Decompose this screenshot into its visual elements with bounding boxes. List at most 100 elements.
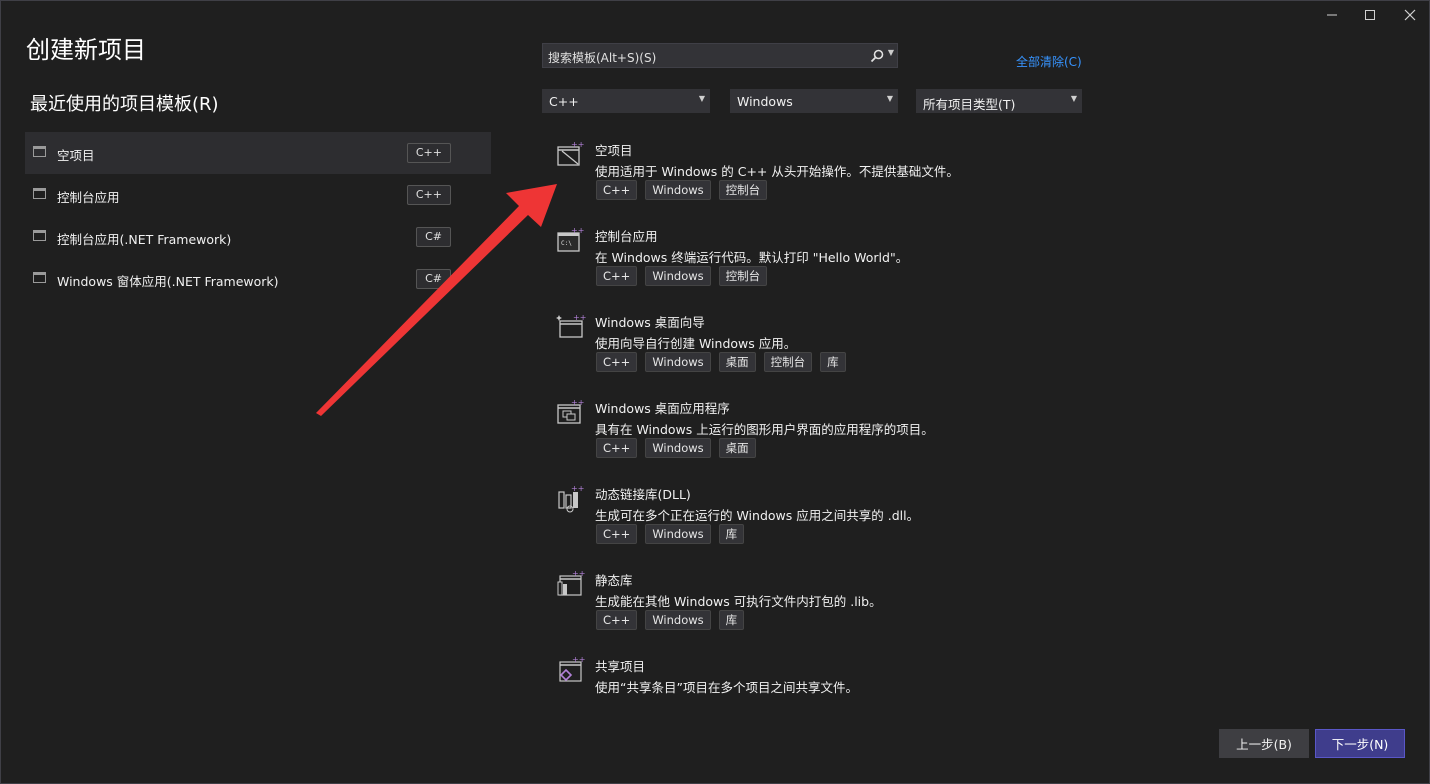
- template-name: 静态库: [595, 573, 633, 588]
- svg-text:++: ++: [572, 570, 585, 578]
- console-app-icon: C:\ ++: [557, 226, 584, 252]
- template-name: Windows 桌面向导: [595, 315, 705, 330]
- next-button[interactable]: 下一步(N): [1315, 729, 1405, 758]
- template-desktop-wizard[interactable]: ++ Windows 桌面向导 使用向导自行创建 Windows 应用。 C++…: [552, 312, 1092, 392]
- template-tags: C++ Windows 控制台: [596, 180, 768, 200]
- template-name: 控制台应用: [595, 229, 658, 244]
- tag: 库: [820, 352, 846, 372]
- template-description: 具有在 Windows 上运行的图形用户界面的应用程序的项目。: [595, 422, 934, 437]
- dll-icon: ++: [558, 484, 584, 513]
- recent-item-winforms-netfx[interactable]: Windows 窗体应用(.NET Framework) C#: [25, 258, 491, 300]
- chevron-down-icon[interactable]: ▼: [888, 48, 894, 57]
- language-badge: C++: [406, 143, 451, 163]
- minimize-icon: [1327, 14, 1337, 16]
- recent-item-empty-project[interactable]: 空项目 C++: [25, 132, 491, 174]
- maximize-button[interactable]: [1352, 4, 1388, 26]
- shared-project-icon: ++: [559, 656, 585, 682]
- recent-templates-title: 最近使用的项目模板(R): [30, 94, 219, 115]
- tag: C++: [596, 438, 638, 458]
- search-templates-input[interactable]: 搜索模板(Alt+S)(S) ▼: [542, 43, 898, 68]
- tag: 库: [718, 610, 745, 630]
- empty-project-icon: ++: [557, 140, 584, 166]
- tag: C++: [596, 352, 638, 372]
- template-description: 使用适用于 Windows 的 C++ 从头开始操作。不提供基础文件。: [595, 164, 959, 179]
- svg-text:++: ++: [571, 226, 584, 235]
- clear-all-link[interactable]: 全部清除(C): [1016, 53, 1082, 70]
- tag: 控制台: [718, 180, 768, 200]
- recent-item-console-app[interactable]: 控制台应用 C++: [25, 174, 491, 216]
- project-type-filter-value: 所有项目类型(T): [923, 97, 1016, 112]
- tag: Windows: [645, 180, 711, 200]
- template-description: 生成能在其他 Windows 可执行文件内打包的 .lib。: [595, 594, 882, 609]
- tag: Windows: [645, 266, 711, 286]
- tag: 控制台: [718, 266, 768, 286]
- tag: C++: [596, 180, 638, 200]
- svg-text:C:\: C:\: [561, 240, 572, 247]
- tag: 控制台: [763, 352, 813, 372]
- recent-item-label: 控制台应用(.NET Framework): [57, 232, 232, 247]
- back-button[interactable]: 上一步(B): [1219, 729, 1309, 758]
- minimize-button[interactable]: [1314, 4, 1350, 26]
- search-icon[interactable]: [869, 48, 885, 64]
- desktop-wizard-icon: ++: [556, 313, 586, 338]
- template-empty-project[interactable]: ++ 空项目 使用适用于 Windows 的 C++ 从头开始操作。不提供基础文…: [552, 140, 1092, 220]
- recent-item-label: Windows 窗体应用(.NET Framework): [57, 274, 279, 289]
- platform-filter-value: Windows: [737, 94, 793, 109]
- template-desktop-app[interactable]: ++ Windows 桌面应用程序 具有在 Windows 上运行的图形用户界面…: [552, 398, 1092, 478]
- language-badge: C++: [406, 185, 451, 205]
- recent-item-label: 空项目: [57, 148, 95, 163]
- window-app-icon: [33, 272, 46, 283]
- template-tags: C++ Windows 库: [596, 524, 745, 544]
- language-filter[interactable]: C++ ▼: [542, 89, 710, 113]
- template-name: 空项目: [595, 143, 633, 158]
- template-name: 共享项目: [595, 659, 646, 674]
- template-static-lib[interactable]: ++ 静态库 生成能在其他 Windows 可执行文件内打包的 .lib。 C+…: [552, 570, 1092, 650]
- template-tags: C++ Windows 控制台: [596, 266, 768, 286]
- template-description: 使用“共享条目”项目在多个项目之间共享文件。: [595, 680, 858, 695]
- svg-text:++: ++: [571, 140, 584, 149]
- tag: Windows: [645, 610, 711, 630]
- empty-project-icon: [33, 146, 46, 157]
- tag: C++: [596, 266, 638, 286]
- console-app-icon: [33, 188, 46, 199]
- chevron-down-icon: ▼: [698, 94, 705, 103]
- template-tags: C++ Windows 库: [596, 610, 745, 630]
- console-app-icon: [33, 230, 46, 241]
- tag: Windows: [645, 352, 711, 372]
- platform-filter[interactable]: Windows ▼: [730, 89, 898, 113]
- tag: 库: [718, 524, 745, 544]
- language-filter-value: C++: [549, 94, 579, 109]
- template-tags: C++ Windows 桌面: [596, 438, 756, 458]
- project-type-filter[interactable]: 所有项目类型(T) ▼: [916, 89, 1082, 113]
- tag: Windows: [645, 438, 711, 458]
- chevron-down-icon: ▼: [1070, 94, 1077, 103]
- recent-item-console-app-netfx[interactable]: 控制台应用(.NET Framework) C#: [25, 216, 491, 258]
- template-tags: C++ Windows 桌面 控制台 库: [596, 352, 846, 372]
- close-button[interactable]: [1392, 4, 1428, 26]
- tag: 桌面: [718, 438, 756, 458]
- maximize-icon: [1365, 10, 1375, 20]
- close-icon: [1404, 9, 1416, 21]
- tag: C++: [596, 610, 638, 630]
- template-shared-project[interactable]: ++ 共享项目 使用“共享条目”项目在多个项目之间共享文件。: [552, 656, 1092, 700]
- template-dll[interactable]: ++ 动态链接库(DLL) 生成可在多个正在运行的 Windows 应用之间共享…: [552, 484, 1092, 564]
- static-lib-icon: ++: [557, 570, 585, 596]
- recent-templates-list: 空项目 C++ 控制台应用 C++ 控制台应用(.NET Framework) …: [25, 132, 491, 300]
- recent-item-label: 控制台应用: [57, 190, 120, 205]
- template-name: 动态链接库(DLL): [595, 487, 691, 502]
- page-title: 创建新项目: [26, 36, 146, 64]
- language-badge: C#: [416, 269, 451, 289]
- svg-text:++: ++: [572, 656, 585, 664]
- tag: C++: [596, 524, 638, 544]
- desktop-app-icon: ++: [557, 398, 584, 424]
- tag: Windows: [645, 524, 711, 544]
- svg-text:++: ++: [573, 313, 586, 322]
- language-badge: C#: [416, 227, 451, 247]
- template-description: 使用向导自行创建 Windows 应用。: [595, 336, 797, 351]
- search-placeholder: 搜索模板(Alt+S)(S): [548, 51, 657, 65]
- tag: 桌面: [718, 352, 756, 372]
- template-console-app[interactable]: C:\ ++ 控制台应用 在 Windows 终端运行代码。默认打印 "Hell…: [552, 226, 1092, 306]
- template-name: Windows 桌面应用程序: [595, 401, 730, 416]
- chevron-down-icon: ▼: [886, 94, 893, 103]
- svg-text:++: ++: [571, 398, 584, 407]
